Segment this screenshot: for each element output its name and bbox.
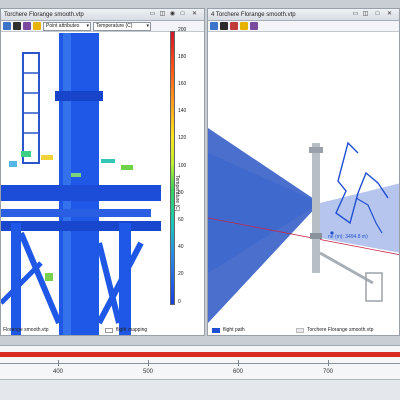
timeline-tick-label: 600 (232, 369, 244, 375)
right-legend-dataset: Torchere Florange smooth.vtp (296, 327, 373, 333)
maximize-icon[interactable]: □ (179, 11, 186, 18)
view-icon[interactable] (210, 22, 218, 30)
right-view-title: 4 Torchere Florange smooth.vtp (211, 12, 296, 18)
legend-swatch (296, 327, 304, 333)
right-view-toolbar (208, 21, 399, 32)
split-vertical-icon[interactable]: ◫ (362, 11, 369, 18)
split-vertical-icon[interactable]: ◫ (159, 11, 166, 18)
timeline-axis (0, 363, 400, 364)
colorbar-tick: 100 (178, 163, 187, 169)
timeline-tick (238, 360, 239, 366)
left-view-titlebar: Torchere Florange smooth.vtp ▭ ◫ ◉ □ ✕ (1, 9, 204, 21)
legend-label: Florange smooth.vtp (3, 327, 49, 333)
coloring-mode-dropdown[interactable]: Point attributes ▾ (43, 21, 91, 31)
colorbar-tick: 140 (178, 108, 187, 114)
colorbar-tick: 0 (178, 299, 181, 305)
timeline-tick-label: 700 (322, 369, 334, 375)
temperature-colorbar: 200 180 160 140 120 100 80 60 40 20 0 Te… (166, 25, 200, 317)
view-icon[interactable] (3, 22, 11, 30)
timeline-panel[interactable]: 400 500 600 700 (0, 345, 400, 379)
colorbar-tick: 120 (178, 135, 187, 141)
legend-label: Torchere Florange smooth.vtp (307, 327, 374, 333)
palette-icon[interactable] (33, 22, 41, 30)
maximize-icon[interactable]: □ (374, 11, 381, 18)
chevron-down-icon: ▾ (146, 22, 149, 29)
app-window: Torchere Florange smooth.vtp ▭ ◫ ◉ □ ✕ P… (0, 0, 400, 400)
colorbar-label: Temperature (C) (174, 175, 180, 212)
flight-path-render: ne (m): 3494.8 m) (208, 33, 399, 335)
right-3d-viewport[interactable]: ne (m): 3494.8 m) (208, 33, 399, 335)
timeline-tick (148, 360, 149, 366)
status-bar (0, 379, 400, 400)
split-horizontal-icon[interactable]: ▭ (352, 11, 359, 18)
left-legend-dataset: Florange smooth.vtp (3, 327, 49, 333)
attribute-dropdown[interactable]: Temperature (C) ▾ (93, 21, 151, 31)
record-icon[interactable] (230, 22, 238, 30)
left-view-pane: Torchere Florange smooth.vtp ▭ ◫ ◉ □ ✕ P… (0, 8, 205, 336)
colorbar-tick: 20 (178, 271, 184, 277)
legend-label: flight path (223, 327, 245, 333)
colorbar-tick: 200 (178, 27, 187, 33)
eye-icon[interactable] (220, 22, 228, 30)
colorbar-tick: 180 (178, 54, 187, 60)
split-horizontal-icon[interactable]: ▭ (149, 11, 156, 18)
legend-label: flight mapping (116, 327, 148, 333)
palette-icon[interactable] (240, 22, 248, 30)
colorbar-tick: 40 (178, 244, 184, 250)
right-legend-flight-path: flight path (212, 327, 245, 333)
attribute-value: Temperature (C) (96, 22, 133, 29)
left-legend-flight-mapping: flight mapping (105, 327, 147, 333)
legend-swatch (212, 327, 220, 333)
layers-icon[interactable] (250, 22, 258, 30)
eye-icon[interactable] (13, 22, 21, 30)
camera-icon[interactable]: ◉ (169, 11, 176, 18)
right-view-titlebar: 4 Torchere Florange smooth.vtp ▭ ◫ □ ✕ (208, 9, 399, 21)
colorbar-tick: 160 (178, 81, 187, 87)
legend-swatch (105, 327, 113, 333)
timeline-tick-label: 400 (52, 369, 64, 375)
timeline-tick (328, 360, 329, 366)
chevron-down-icon: ▾ (86, 22, 89, 29)
close-icon[interactable]: ✕ (191, 11, 198, 18)
coloring-mode-value: Point attributes (46, 22, 80, 29)
layers-icon[interactable] (23, 22, 31, 30)
close-icon[interactable]: ✕ (386, 11, 393, 18)
colorbar-gradient (170, 31, 175, 305)
colorbar-tick: 60 (178, 217, 184, 223)
measurement-label: ne (m): 3494.8 m) (328, 234, 368, 240)
right-view-pane: 4 Torchere Florange smooth.vtp ▭ ◫ □ ✕ n… (207, 8, 400, 336)
timeline-tick (58, 360, 59, 366)
timeline-tick-label: 500 (142, 369, 154, 375)
left-view-title: Torchere Florange smooth.vtp (4, 12, 84, 18)
timeline-range-bar[interactable] (0, 352, 400, 357)
